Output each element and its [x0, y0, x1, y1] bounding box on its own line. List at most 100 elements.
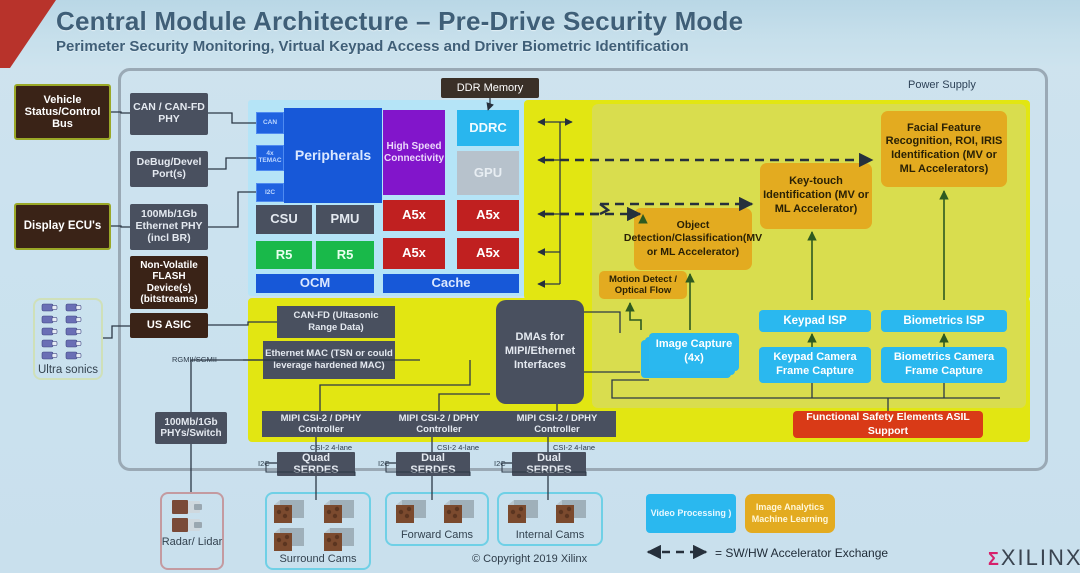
soc-high-speed-connectivity[interactable]: High Speed Connectivity: [383, 110, 445, 195]
soc-pmu-label: PMU: [330, 211, 360, 227]
legend-image-analytics-ml-label: Image Analytics Machine Learning: [751, 501, 829, 524]
soc-cache[interactable]: Cache: [383, 274, 519, 293]
csi-link-label-1: CSI-2 4-lane: [310, 443, 353, 452]
functional-safety-elements-label: Functional Safety Elements ASIL Support: [806, 411, 970, 437]
peripheral-tab-i2c-label: I2C: [264, 188, 276, 196]
soc-gpu[interactable]: GPU: [457, 151, 519, 195]
keypad-camera-frame-capture[interactable]: Keypad Camera Frame Capture: [759, 347, 871, 383]
dual-serdes-2[interactable]: Dual SERDES: [512, 452, 586, 476]
non-volatile-flash[interactable]: Non-Volatile FLASH Device(s) (bitstreams…: [130, 256, 208, 309]
rgmii-sgmii-label: RGMII/SGMII: [172, 355, 217, 364]
soc-a5x-4[interactable]: A5x: [457, 238, 519, 269]
biometrics-isp[interactable]: Biometrics ISP: [881, 310, 1007, 332]
quad-serdes[interactable]: Quad SERDES: [277, 452, 355, 476]
quad-serdes-label: Quad SERDES: [293, 451, 339, 476]
mipi-controller-3[interactable]: MIPI CSI-2 / DPHY Controller: [498, 411, 616, 437]
dual-serdes-1[interactable]: Dual SERDES: [396, 452, 470, 476]
power-supply-label: Power Supply: [908, 79, 976, 91]
page-subtitle: Perimeter Security Monitoring, Virtual K…: [56, 38, 689, 55]
fabric-ethernet-mac[interactable]: Ethernet MAC (TSN or could leverage hard…: [263, 341, 395, 379]
surround-cams-label: Surround Cams: [279, 553, 357, 565]
soc-a5x-4-label: A5x: [476, 245, 500, 261]
mipi-controller-2-label: MIPI CSI-2 / DPHY Controller: [398, 412, 480, 435]
radar-lidar-group[interactable]: [160, 492, 224, 570]
soc-r5-b-label: R5: [336, 246, 354, 262]
i2c-label-3: I2C: [494, 459, 506, 468]
csi-link-label-2: CSI-2 4-lane: [437, 443, 480, 452]
soc-r5-a[interactable]: R5: [256, 241, 312, 269]
peripheral-tab-temac-label: 4x TEMAC: [258, 150, 282, 164]
xilinx-logo-label: XILINX: [1000, 545, 1080, 570]
accel-key-touch-identification[interactable]: Key-touch Identification (MV or ML Accel…: [760, 163, 872, 229]
peripheral-tab-i2c[interactable]: I2C: [256, 183, 284, 202]
phy-can-can-fd-label: CAN / CAN-FD PHY: [133, 101, 205, 125]
soc-ddrc-label: DDRC: [469, 119, 507, 135]
non-volatile-flash-label: Non-Volatile FLASH Device(s) (bitstreams…: [140, 260, 198, 305]
phy-ethernet[interactable]: 100Mb/1Gb Ethernet PHY (incl BR): [130, 204, 208, 250]
slide-canvas: Central Module Architecture – Pre-Drive …: [0, 0, 1080, 573]
xilinx-mark-icon: Σ: [988, 549, 1001, 569]
soc-peripherals-label: Peripherals: [294, 146, 372, 163]
phys-switch[interactable]: 100Mb/1Gb PHYs/Switch: [155, 412, 227, 444]
keypad-isp[interactable]: Keypad ISP: [759, 310, 871, 332]
forward-cams-label: Forward Cams: [400, 529, 474, 541]
legend-video-processing: Video Processing ): [646, 494, 736, 533]
external-vehicle-status-control-bus-label: Vehicle Status/Control Bus: [24, 93, 101, 131]
i2c-label-2: I2C: [378, 459, 390, 468]
mipi-controller-1[interactable]: MIPI CSI-2 / DPHY Controller: [262, 411, 380, 437]
dual-serdes-1-label: Dual SERDES: [410, 451, 456, 476]
soc-a5x-1[interactable]: A5x: [383, 200, 445, 231]
xilinx-logo: ΣXILINX: [988, 545, 1080, 571]
legend-video-processing-label: Video Processing ): [650, 507, 732, 518]
accel-object-detection-classification[interactable]: Object Detection/Classification(MV or ML…: [624, 208, 762, 270]
biometrics-camera-frame-capture[interactable]: Biometrics Camera Frame Capture: [881, 347, 1007, 383]
soc-a5x-2-label: A5x: [476, 207, 500, 223]
accel-facial-feature-recognition[interactable]: Facial Feature Recognition, ROI, IRIS Id…: [881, 111, 1007, 187]
page-title: Central Module Architecture – Pre-Drive …: [56, 6, 744, 36]
peripheral-tab-can-label: CAN: [262, 119, 278, 127]
peripheral-tab-can[interactable]: CAN: [256, 112, 284, 134]
legend-image-analytics-ml: Image Analytics Machine Learning: [745, 494, 835, 533]
us-asic[interactable]: US ASIC: [130, 313, 208, 338]
internal-cams-label: Internal Cams: [515, 529, 585, 541]
soc-cache-label: Cache: [431, 275, 471, 291]
image-capture[interactable]: Image Capture (4x): [649, 333, 739, 371]
soc-a5x-3[interactable]: A5x: [383, 238, 445, 269]
soc-ocm[interactable]: OCM: [256, 274, 374, 293]
fabric-dmas-label: DMAs for MIPI/Ethernet Interfaces: [504, 331, 576, 371]
radar-lidar-label: Radar/ Lidar: [161, 536, 223, 548]
fabric-can-fd[interactable]: CAN-FD (Ultasonic Range Data): [277, 306, 395, 338]
legend-arrow-text: = SW/HW Accelerator Exchange: [715, 546, 889, 560]
peripheral-tab-temac[interactable]: 4x TEMAC: [256, 145, 284, 171]
mipi-controller-2[interactable]: MIPI CSI-2 / DPHY Controller: [380, 411, 498, 437]
accel-object-detection-classification-label: Object Detection/Classification(MV or ML…: [623, 219, 763, 258]
accel-motion-detect-optical-flow[interactable]: Motion Detect / Optical Flow: [599, 271, 687, 299]
phy-debug-devel-ports[interactable]: DeBug/Devel Port(s): [130, 151, 208, 187]
i2c-label-1: I2C: [258, 459, 270, 468]
soc-a5x-1-label: A5x: [402, 207, 426, 223]
phys-switch-label: 100Mb/1Gb PHYs/Switch: [160, 416, 222, 439]
soc-pmu[interactable]: PMU: [316, 205, 374, 234]
fabric-dmas[interactable]: DMAs for MIPI/Ethernet Interfaces: [496, 300, 584, 404]
dual-serdes-2-label: Dual SERDES: [526, 451, 572, 476]
phy-debug-devel-ports-label: DeBug/Devel Port(s): [136, 156, 202, 180]
accel-motion-detect-optical-flow-label: Motion Detect / Optical Flow: [608, 273, 678, 296]
biometrics-camera-frame-capture-label: Biometrics Camera Frame Capture: [893, 351, 995, 377]
functional-safety-elements[interactable]: Functional Safety Elements ASIL Support: [793, 411, 983, 438]
soc-ddrc[interactable]: DDRC: [457, 110, 519, 146]
external-display-ecus-label: Display ECU's: [23, 220, 102, 233]
ddr-memory[interactable]: DDR Memory: [441, 78, 539, 98]
soc-r5-b[interactable]: R5: [316, 241, 374, 269]
soc-csu[interactable]: CSU: [256, 205, 312, 234]
fabric-can-fd-label: CAN-FD (Ultasonic Range Data): [293, 310, 379, 333]
fabric-ethernet-mac-label: Ethernet MAC (TSN or could leverage hard…: [265, 348, 393, 371]
soc-peripherals[interactable]: Peripherals: [284, 108, 382, 203]
soc-ocm-label: OCM: [299, 275, 331, 291]
mipi-controller-3-label: MIPI CSI-2 / DPHY Controller: [516, 412, 598, 435]
phy-can-can-fd[interactable]: CAN / CAN-FD PHY: [130, 93, 208, 135]
soc-a5x-2[interactable]: A5x: [457, 200, 519, 231]
us-asic-label: US ASIC: [146, 319, 192, 332]
external-vehicle-status-control-bus[interactable]: Vehicle Status/Control Bus: [14, 84, 111, 140]
soc-gpu-label: GPU: [473, 164, 503, 180]
external-display-ecus[interactable]: Display ECU's: [14, 203, 111, 250]
